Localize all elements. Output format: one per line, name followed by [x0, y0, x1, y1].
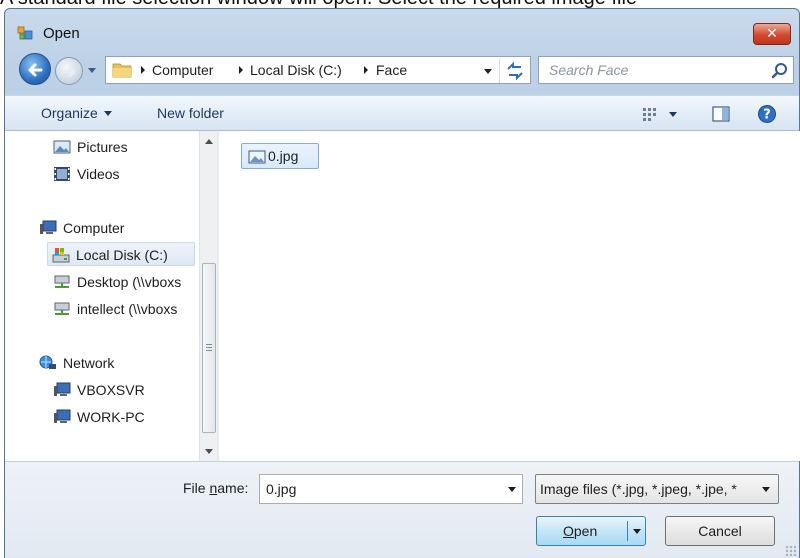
file-name-value: 0.jpg: [266, 481, 297, 497]
videos-icon: [54, 167, 70, 181]
search-placeholder: Search Face: [549, 62, 629, 78]
help-icon[interactable]: ?: [757, 104, 777, 124]
divider: [499, 59, 500, 83]
caption-text: A standard file selection window will op…: [0, 0, 800, 8]
image-file-icon: [248, 150, 266, 164]
nav-item-label: Videos: [77, 166, 120, 182]
nav-item-label: Computer: [63, 220, 125, 236]
nav-item-label: Local Disk (C:): [76, 247, 168, 263]
new-folder-button[interactable]: New folder: [157, 105, 224, 121]
scroll-up-arrow-icon[interactable]: [205, 139, 213, 144]
app-icon: [17, 26, 33, 40]
file-type-select[interactable]: Image files (*.jpg, *.jpeg, *.jpe, *: [535, 474, 779, 504]
file-list[interactable]: 0.jpg: [219, 131, 800, 461]
resize-grip-icon[interactable]: [785, 545, 797, 557]
breadcrumb-face[interactable]: Face: [376, 62, 407, 78]
nav-item-desktop-share[interactable]: Desktop (\\vboxs: [53, 270, 181, 294]
grip-line: [206, 347, 212, 348]
folder-icon: [112, 63, 132, 78]
nav-item-vboxsvr[interactable]: VBOXSVR: [53, 378, 145, 402]
file-item[interactable]: 0.jpg: [241, 143, 319, 169]
grip-line: [206, 344, 212, 345]
title-bar: Open ✕: [5, 9, 799, 47]
recent-pages-dropdown[interactable]: [87, 65, 97, 75]
file-name-input[interactable]: 0.jpg: [259, 474, 523, 504]
cancel-button[interactable]: Cancel: [665, 516, 775, 546]
close-icon: ✕: [766, 26, 778, 42]
svg-text:?: ?: [763, 108, 771, 123]
split-divider: [627, 521, 628, 541]
breadcrumb-local-disk[interactable]: Local Disk (C:): [250, 62, 342, 78]
chevron-right-icon[interactable]: [361, 63, 371, 77]
computer-icon: [54, 382, 71, 396]
chevron-right-icon[interactable]: [236, 63, 246, 77]
computer-icon: [54, 409, 71, 423]
chevron-down-icon[interactable]: [633, 529, 641, 534]
chevron-down-icon[interactable]: [508, 487, 516, 492]
command-bar: Organize New folder ?: [5, 95, 799, 131]
search-input[interactable]: Search Face: [538, 56, 794, 84]
nav-item-label: Network: [63, 355, 115, 371]
nav-item-computer[interactable]: Computer: [39, 216, 124, 240]
chevron-down-icon[interactable]: [669, 112, 677, 117]
forward-arrow-icon: [63, 66, 76, 78]
preview-pane-icon[interactable]: [711, 105, 731, 123]
open-button[interactable]: Open: [536, 516, 646, 546]
view-options-icon[interactable]: [641, 105, 659, 123]
pictures-icon: [53, 140, 71, 154]
scroll-down-arrow-icon[interactable]: [205, 449, 213, 454]
nav-item-label: Pictures: [77, 139, 128, 155]
nav-scrollbar[interactable]: [199, 131, 217, 461]
nav-item-pictures[interactable]: Pictures: [53, 135, 128, 159]
navigation-pane: Pictures Videos Computer Local Disk (C:)…: [5, 131, 199, 461]
chevron-down-icon: [103, 111, 112, 116]
file-name: 0.jpg: [268, 148, 299, 164]
bottom-panel: File name: 0.jpg Image files (*.jpg, *.j…: [5, 461, 799, 558]
scrollbar-thumb[interactable]: [202, 263, 216, 433]
network-icon: [39, 355, 56, 369]
nav-item-local-disk[interactable]: Local Disk (C:): [47, 242, 195, 266]
network-drive-icon: [54, 275, 70, 288]
search-icon[interactable]: [771, 62, 789, 80]
nav-item-label: VBOXSVR: [77, 382, 145, 398]
organize-button[interactable]: Organize: [41, 105, 112, 121]
nav-item-intellect-share[interactable]: intellect (\\vboxs: [53, 297, 177, 321]
content-area: Pictures Videos Computer Local Disk (C:)…: [5, 131, 800, 461]
chevron-down-icon[interactable]: [762, 487, 770, 492]
forward-button[interactable]: [55, 57, 83, 85]
back-button[interactable]: [19, 53, 51, 85]
computer-icon: [40, 220, 57, 234]
window-title: Open: [43, 25, 80, 42]
chevron-down-icon[interactable]: [478, 61, 498, 81]
open-dialog: Open ✕ Computer Local Disk (C:) Face Sea…: [4, 8, 800, 558]
open-label: Open: [563, 523, 598, 539]
nav-item-label: Desktop (\\vboxs: [77, 274, 182, 290]
refresh-icon[interactable]: [503, 60, 527, 82]
back-arrow-icon: [28, 63, 43, 77]
network-drive-icon: [54, 302, 70, 315]
file-type-value: Image files (*.jpg, *.jpeg, *.jpe, *: [540, 481, 737, 497]
grip-line: [206, 350, 212, 351]
nav-item-label: intellect (\\vboxs: [77, 301, 178, 317]
chevron-right-icon[interactable]: [138, 63, 148, 77]
nav-item-label: WORK-PC: [77, 409, 145, 425]
organize-label: Organize: [41, 105, 98, 121]
drive-icon: [52, 248, 70, 263]
nav-item-work-pc[interactable]: WORK-PC: [53, 405, 145, 429]
navigation-row: Computer Local Disk (C:) Face Search Fac…: [5, 53, 799, 87]
breadcrumb-computer[interactable]: Computer: [152, 62, 213, 78]
close-button[interactable]: ✕: [753, 23, 791, 45]
nav-item-network[interactable]: Network: [39, 351, 114, 375]
file-name-label: File name:: [183, 480, 249, 496]
nav-item-videos[interactable]: Videos: [53, 162, 120, 186]
address-bar[interactable]: Computer Local Disk (C:) Face: [105, 56, 531, 84]
